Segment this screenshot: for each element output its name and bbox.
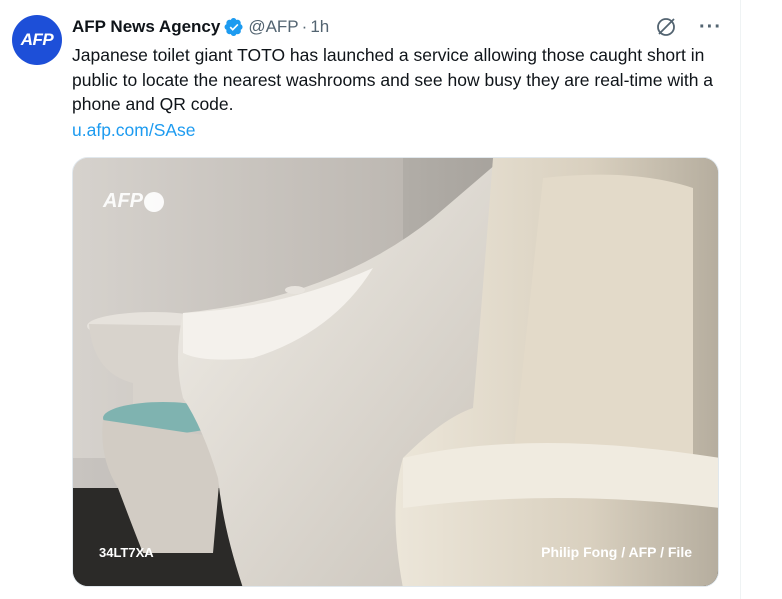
display-name[interactable]: AFP News Agency <box>72 17 220 37</box>
photo-id: 34LT7XA <box>99 545 154 560</box>
watermark-circle-icon <box>144 191 164 212</box>
column-divider <box>740 0 741 599</box>
avatar-text: AFP <box>20 30 54 49</box>
timestamp[interactable]: 1h <box>310 17 329 37</box>
tweet-media-photo[interactable]: AFP 34LT7XA Philip Fong / AFP / File <box>72 157 719 587</box>
verified-badge-icon[interactable] <box>224 17 244 37</box>
user-handle[interactable]: @AFP <box>248 17 298 37</box>
toilet-photo <box>73 158 718 586</box>
photo-credit: Philip Fong / AFP / File <box>541 544 692 560</box>
tweet-link[interactable]: u.afp.com/SAse <box>72 118 196 142</box>
tweet-actions-top: ··· <box>655 16 722 38</box>
tweet-text: Japanese toilet giant TOTO has launched … <box>72 45 714 114</box>
separator-dot: · <box>301 17 308 36</box>
grok-icon[interactable] <box>655 16 677 38</box>
tweet-page: AFP AFP News Agency @AFP · 1h ··· Japane… <box>0 0 782 599</box>
afp-watermark: AFP <box>103 190 164 213</box>
avatar[interactable]: AFP <box>12 15 62 65</box>
tweet-header: AFP News Agency @AFP · 1h <box>72 14 329 40</box>
watermark-text: AFP <box>103 190 143 212</box>
more-icon[interactable]: ··· <box>699 17 722 37</box>
